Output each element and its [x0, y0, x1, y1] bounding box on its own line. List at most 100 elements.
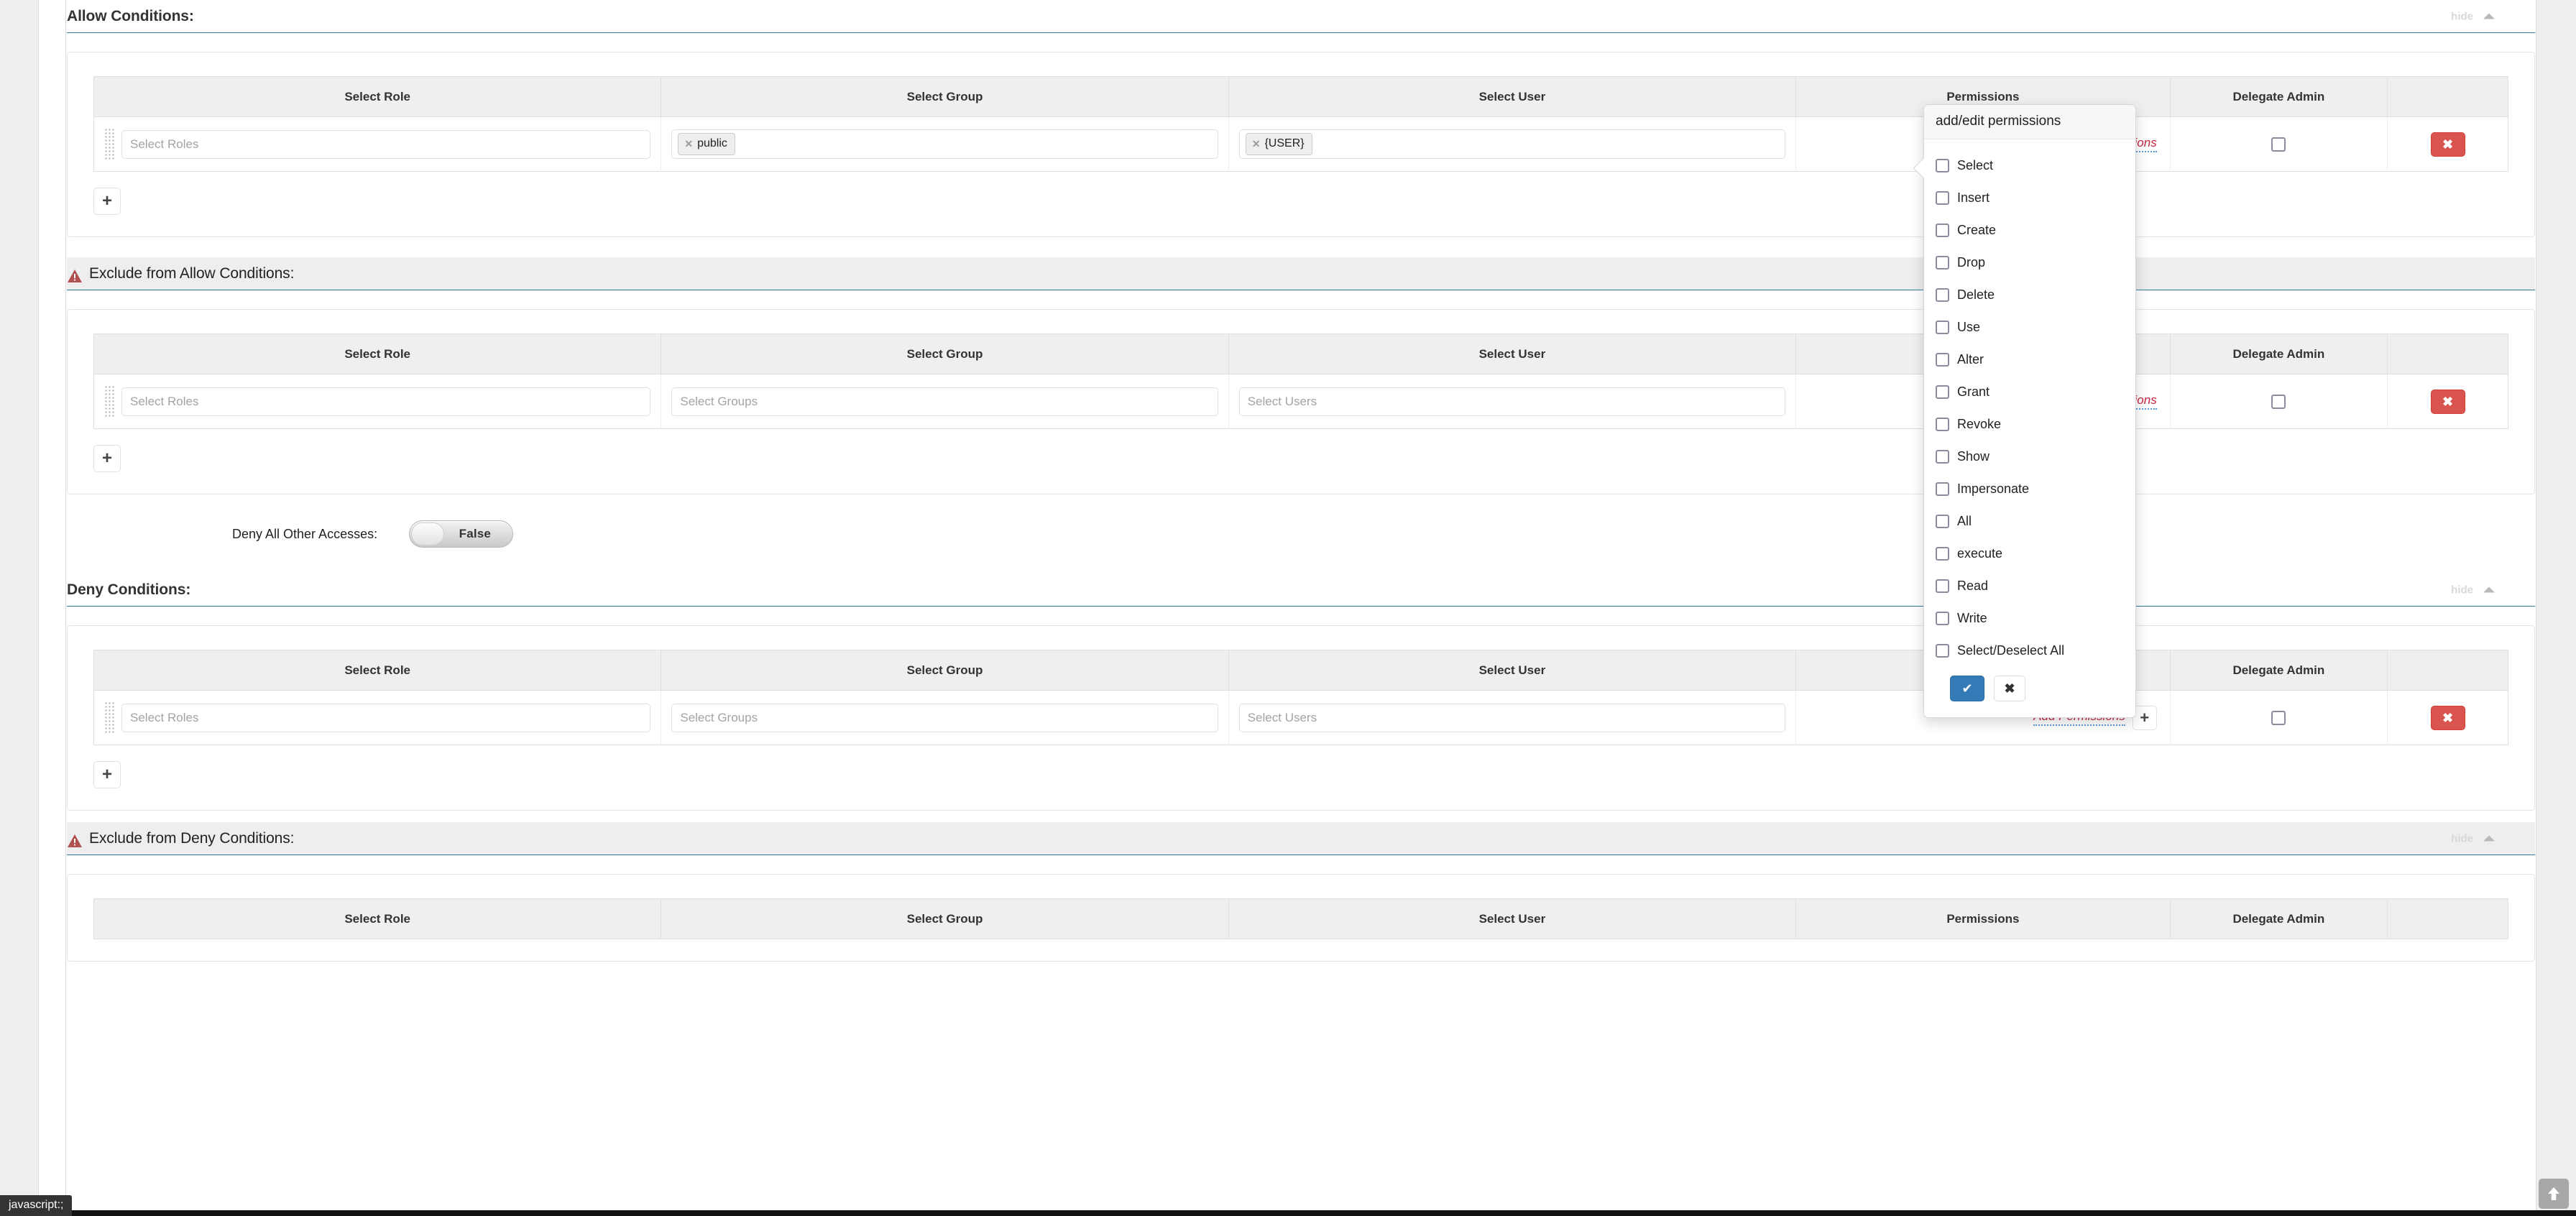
permission-option-select[interactable]: Select [1936, 149, 2124, 182]
column-header-permissions: Permissions [1795, 898, 2171, 939]
permission-option-insert[interactable]: Insert [1936, 182, 2124, 214]
permission-option-impersonate[interactable]: Impersonate [1936, 473, 2124, 505]
permission-option-read[interactable]: Read [1936, 570, 2124, 602]
permission-option-grant[interactable]: Grant [1936, 376, 2124, 408]
permission-option-select-deselect-all[interactable]: Select/Deselect All [1936, 635, 2124, 667]
permission-checkbox[interactable] [1936, 321, 1949, 334]
permission-checkbox[interactable] [1936, 288, 1949, 302]
user-placeholder: Select Users [1247, 394, 1317, 408]
permission-option-show[interactable]: Show [1936, 441, 2124, 473]
column-header-actions [2387, 650, 2508, 691]
permission-checkbox[interactable] [1936, 612, 1949, 625]
user-select-input[interactable]: Select Users [1238, 703, 1786, 732]
allow-conditions-header: Allow Conditions: hide [67, 0, 2535, 33]
add-exclude-allow-row-button[interactable]: + [93, 445, 121, 472]
user-select-input[interactable]: Select Users [1238, 387, 1786, 416]
permission-option-use[interactable]: Use [1936, 311, 2124, 344]
allow-add-row-wrap: + [93, 188, 2508, 215]
permission-label: Alter [1957, 352, 1984, 367]
table-header-row: Select Role Select Group Select User Per… [93, 898, 2508, 939]
permission-label: Write [1957, 611, 1987, 625]
role-select-input[interactable]: Select Roles [121, 703, 651, 732]
column-header-group: Select Group [661, 650, 1229, 691]
deny-conditions-title: Deny Conditions: [67, 581, 191, 598]
permission-checkbox[interactable] [1936, 256, 1949, 270]
permission-checkbox[interactable] [1936, 418, 1949, 431]
permission-label: Grant [1957, 384, 1990, 399]
exclude-allow-table: Select Role Select Group Select User Per… [93, 333, 2508, 429]
permission-checkbox[interactable] [1936, 353, 1949, 367]
user-token[interactable]: ✕ {USER} [1245, 133, 1312, 155]
row-drag-handle[interactable] [104, 384, 114, 418]
exclude-deny-hide-toggle[interactable]: hide [2451, 832, 2495, 844]
policy-content: Allow Conditions: hide Select Role Selec… [67, 0, 2535, 1216]
group-select-input[interactable]: Select Groups [671, 387, 1218, 416]
remove-token-icon[interactable]: ✕ [684, 139, 693, 149]
add-allow-row-button[interactable]: + [93, 188, 121, 215]
permission-label: Read [1957, 579, 1989, 593]
delegate-admin-checkbox[interactable] [2271, 137, 2286, 152]
user-select-input[interactable]: ✕ {USER} [1238, 129, 1786, 159]
permission-option-alter[interactable]: Alter [1936, 344, 2124, 376]
group-select-input[interactable]: Select Groups [671, 703, 1218, 732]
column-header-actions [2387, 333, 2508, 374]
add-deny-row-button[interactable]: + [93, 761, 121, 788]
column-header-user: Select User [1228, 650, 1797, 691]
permission-checkbox[interactable] [1936, 547, 1949, 561]
permission-option-all[interactable]: All [1936, 505, 2124, 538]
permission-checkbox[interactable] [1936, 450, 1949, 464]
cell-group: Select Groups [661, 690, 1229, 745]
permission-checkbox[interactable] [1936, 482, 1949, 496]
browser-bottom-strip [0, 1210, 2576, 1216]
remove-token-icon[interactable]: ✕ [1252, 139, 1261, 149]
row-drag-handle[interactable] [104, 701, 114, 734]
confirm-permissions-button[interactable]: ✔ [1950, 676, 1984, 701]
permission-option-write[interactable]: Write [1936, 602, 2124, 635]
deny-conditions-hide-toggle[interactable]: hide [2451, 584, 2495, 596]
permissions-list: Select Insert Create Drop Delete Use Alt… [1924, 139, 2135, 671]
column-header-delegate-admin: Delegate Admin [2170, 898, 2388, 939]
deny-all-other-accesses-row: Deny All Other Accesses: False [67, 494, 2535, 574]
deny-all-label: Deny All Other Accesses: [232, 526, 378, 541]
role-select-input[interactable]: Select Roles [121, 129, 651, 159]
cell-delegate-admin [2170, 690, 2388, 745]
cancel-permissions-button[interactable]: ✖ [1994, 676, 2025, 701]
permission-checkbox[interactable] [1936, 644, 1949, 658]
cell-group: ✕ public [661, 116, 1229, 172]
column-header-role: Select Role [93, 333, 662, 374]
allow-conditions-panel: Select Role Select Group Select User Per… [67, 52, 2535, 237]
role-placeholder: Select Roles [130, 710, 199, 724]
column-header-group: Select Group [661, 333, 1229, 374]
permission-option-create[interactable]: Create [1936, 214, 2124, 247]
permission-checkbox[interactable] [1936, 159, 1949, 172]
deny-conditions-header: Deny Conditions: hide [67, 574, 2535, 607]
row-drag-handle[interactable] [104, 127, 114, 161]
hide-label: hide [2451, 10, 2473, 22]
deny-all-toggle[interactable]: False [409, 520, 514, 548]
permission-checkbox[interactable] [1936, 515, 1949, 528]
group-select-input[interactable]: ✕ public [671, 129, 1218, 159]
permission-label: Delete [1957, 287, 1995, 302]
cell-user: ✕ {USER} [1228, 116, 1797, 172]
permission-checkbox[interactable] [1936, 191, 1949, 205]
delegate-admin-checkbox[interactable] [2271, 394, 2286, 409]
exclude-allow-add-row-wrap: + [93, 445, 2508, 472]
scroll-to-top-button[interactable] [2539, 1179, 2569, 1209]
permission-label: Drop [1957, 255, 1986, 270]
remove-row-button[interactable]: ✖ [2430, 132, 2465, 157]
remove-row-button[interactable]: ✖ [2430, 705, 2465, 730]
allow-conditions-hide-toggle[interactable]: hide [2451, 10, 2495, 22]
permission-checkbox[interactable] [1936, 385, 1949, 399]
group-token[interactable]: ✕ public [678, 133, 735, 155]
remove-row-button[interactable]: ✖ [2430, 389, 2465, 414]
permission-option-delete[interactable]: Delete [1936, 279, 2124, 311]
permission-checkbox[interactable] [1936, 224, 1949, 237]
delegate-admin-checkbox[interactable] [2271, 710, 2286, 725]
permission-option-drop[interactable]: Drop [1936, 247, 2124, 279]
permission-label: Select [1957, 158, 1994, 172]
permission-option-revoke[interactable]: Revoke [1936, 408, 2124, 441]
role-select-input[interactable]: Select Roles [121, 387, 651, 416]
permission-option-execute[interactable]: execute [1936, 538, 2124, 570]
permission-checkbox[interactable] [1936, 579, 1949, 593]
exclude-deny-table: Select Role Select Group Select User Per… [93, 898, 2508, 939]
